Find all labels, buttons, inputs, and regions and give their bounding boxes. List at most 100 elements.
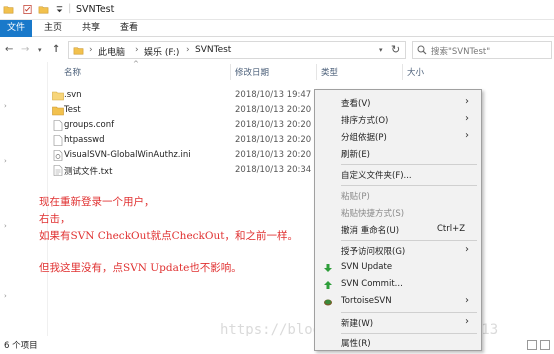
menu-item-tortoisesvn[interactable]: TortoiseSVN › <box>315 294 481 310</box>
recent-locations-icon[interactable]: ▾ <box>38 46 42 54</box>
menu-item-view[interactable]: 查看(V) › <box>315 95 481 111</box>
table-row[interactable]: 测试文件.txt 2018/10/13 20:34 <box>48 163 313 178</box>
folder-icon <box>52 106 64 116</box>
menu-item-properties[interactable]: 属性(R) <box>315 335 481 351</box>
properties-icon[interactable] <box>22 4 33 15</box>
tab-view[interactable]: 查看 <box>114 20 144 37</box>
expand-icon[interactable]: › <box>4 222 7 230</box>
expand-icon[interactable]: › <box>4 102 7 110</box>
expand-icon[interactable]: › <box>4 157 7 165</box>
tab-home[interactable]: 主页 <box>38 20 68 37</box>
menu-item-svn-update[interactable]: SVN Update <box>315 260 481 276</box>
menu-separator <box>341 164 477 165</box>
tab-share[interactable]: 共享 <box>76 20 106 37</box>
menu-separator <box>341 333 477 334</box>
search-placeholder: 搜索"SVNTest" <box>431 47 491 57</box>
menu-item-give-access[interactable]: 授予访问权限(G) › <box>315 243 481 259</box>
column-divider[interactable] <box>316 64 317 80</box>
title-divider: | <box>68 3 72 14</box>
menu-item-new[interactable]: 新建(W) › <box>315 315 481 331</box>
quick-access-dropdown-icon[interactable] <box>54 4 65 15</box>
menu-item-label: 授予访问权限(G) <box>341 247 406 257</box>
address-bar: ← → ▾ ↑ › 此电脑 › 娱乐 (F:) › SVNTest ▾ ↻ 搜索… <box>0 38 554 62</box>
column-header-size[interactable]: 大小 <box>407 66 424 78</box>
svn-commit-icon <box>324 281 332 289</box>
menu-item-label: 新建(W) <box>341 319 374 329</box>
menu-item-label: 粘贴(P) <box>341 192 370 202</box>
submenu-arrow-icon: › <box>465 316 469 327</box>
menu-item-refresh[interactable]: 刷新(E) <box>315 146 481 162</box>
sort-ascending-icon: ^ <box>133 60 139 68</box>
breadcrumb-separator-icon: › <box>89 45 93 55</box>
search-icon <box>417 45 427 55</box>
search-input[interactable]: 搜索"SVNTest" <box>412 41 552 59</box>
file-name: .svn <box>64 90 82 100</box>
table-row[interactable]: Test 2018/10/13 20:20 <box>48 103 313 118</box>
file-name: groups.conf <box>64 120 115 130</box>
menu-item-label: 排序方式(O) <box>341 116 389 126</box>
menu-item-paste[interactable]: 粘贴(P) <box>315 188 481 204</box>
annotation-line: 右击， <box>39 213 71 225</box>
breadcrumb-drive[interactable]: 娱乐 (F:) <box>144 45 179 58</box>
svn-update-icon <box>324 264 332 272</box>
column-divider[interactable] <box>230 64 231 80</box>
text-file-icon <box>53 165 63 176</box>
menu-item-customize-folder[interactable]: 自定义文件夹(F)... <box>315 167 481 183</box>
address-input[interactable]: › 此电脑 › 娱乐 (F:) › SVNTest ▾ ↻ <box>68 41 406 59</box>
menu-item-undo-rename[interactable]: 撤消 重命名(U) Ctrl+Z <box>315 222 481 238</box>
back-icon[interactable]: ← <box>5 44 13 55</box>
file-name: htpasswd <box>64 135 105 145</box>
column-header-name[interactable]: 名称 <box>64 66 81 78</box>
table-row[interactable]: .svn 2018/10/13 19:47 <box>48 88 313 103</box>
file-icon <box>53 120 63 131</box>
file-date: 2018/10/13 19:47 <box>235 90 312 100</box>
tortoisesvn-icon <box>324 299 332 306</box>
large-icons-view-icon[interactable] <box>540 340 550 350</box>
menu-item-label: TortoiseSVN <box>341 296 392 306</box>
menu-separator <box>341 240 477 241</box>
table-row[interactable]: VisualSVN-GlobalWinAuthz.ini 2018/10/13 … <box>48 148 313 163</box>
file-date: 2018/10/13 20:20 <box>235 135 312 145</box>
menu-item-group-by[interactable]: 分组依据(P) › <box>315 129 481 145</box>
breadcrumb-separator-icon: › <box>186 45 190 55</box>
breadcrumb-folder[interactable]: SVNTest <box>195 45 231 55</box>
window-title: SVNTest <box>76 4 115 15</box>
menu-item-label: 自定义文件夹(F)... <box>341 171 412 181</box>
file-date: 2018/10/13 20:20 <box>235 120 312 130</box>
menu-item-label: 分组依据(P) <box>341 133 387 143</box>
folder-icon <box>73 47 84 55</box>
menu-item-shortcut: Ctrl+Z <box>437 224 466 234</box>
submenu-arrow-icon: › <box>465 96 469 107</box>
address-dropdown-icon[interactable]: ▾ <box>379 46 383 54</box>
menu-item-paste-shortcut[interactable]: 粘贴快捷方式(S) <box>315 205 481 221</box>
annotation-line: 如果有SVN CheckOut就点CheckOut，和之前一样。 <box>39 230 298 242</box>
context-menu: 查看(V) › 排序方式(O) › 分组依据(P) › 刷新(E) 自定义文件夹… <box>314 89 482 351</box>
menu-item-label: 查看(V) <box>341 99 371 109</box>
table-row[interactable]: htpasswd 2018/10/13 20:20 <box>48 133 313 148</box>
submenu-arrow-icon: › <box>465 295 469 306</box>
submenu-arrow-icon: › <box>465 113 469 124</box>
refresh-icon[interactable]: ↻ <box>391 43 400 56</box>
annotation-line: 现在重新登录一个用户， <box>39 196 155 208</box>
details-view-icon[interactable] <box>527 340 537 350</box>
column-header-modified[interactable]: 修改日期 <box>235 66 269 78</box>
column-header-type[interactable]: 类型 <box>321 66 338 78</box>
breadcrumb-this-pc[interactable]: 此电脑 <box>98 45 125 58</box>
tab-file[interactable]: 文件 <box>0 20 32 37</box>
expand-icon[interactable]: › <box>4 292 7 300</box>
menu-item-label: SVN Commit... <box>341 279 403 289</box>
ribbon-tabs: 文件 主页 共享 查看 <box>0 20 554 37</box>
forward-icon[interactable]: → <box>21 44 29 55</box>
column-divider[interactable] <box>402 64 403 80</box>
settings-file-icon <box>53 150 63 161</box>
menu-item-sort-by[interactable]: 排序方式(O) › <box>315 112 481 128</box>
up-icon[interactable]: ↑ <box>52 44 60 55</box>
menu-item-label: 属性(R) <box>341 339 371 349</box>
menu-item-label: SVN Update <box>341 262 393 272</box>
file-name: VisualSVN-GlobalWinAuthz.ini <box>64 150 191 160</box>
menu-separator <box>341 185 477 186</box>
new-folder-icon[interactable] <box>38 4 49 15</box>
table-row[interactable]: groups.conf 2018/10/13 20:20 <box>48 118 313 133</box>
menu-item-svn-commit[interactable]: SVN Commit... <box>315 277 481 293</box>
file-date: 2018/10/13 20:34 <box>235 165 312 175</box>
